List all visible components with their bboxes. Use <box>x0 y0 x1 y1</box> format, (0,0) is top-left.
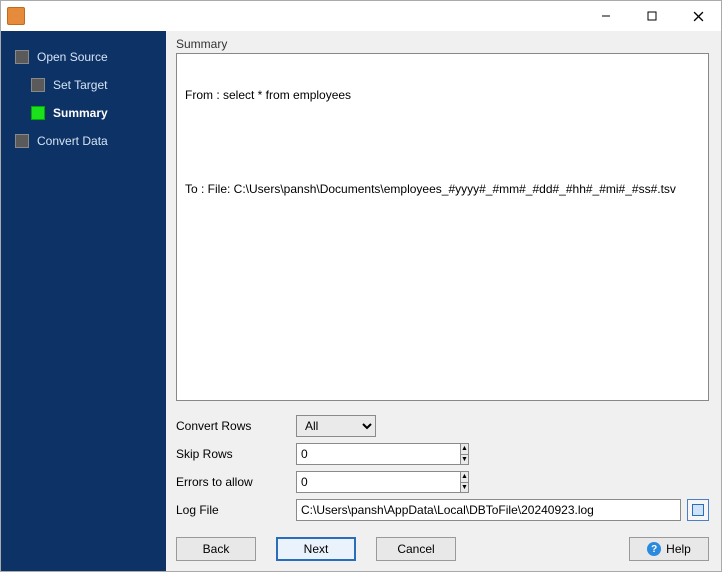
app-icon <box>7 7 25 25</box>
convert-rows-select[interactable]: All <box>296 415 376 437</box>
file-icon <box>692 504 704 516</box>
sidebar-item-label: Summary <box>53 106 108 120</box>
spin-down-icon[interactable]: ▼ <box>460 454 469 466</box>
main: Open Source Set Target Summary Convert D… <box>1 31 721 571</box>
help-button[interactable]: ? Help <box>629 537 709 561</box>
window-controls <box>583 1 721 31</box>
close-button[interactable] <box>675 1 721 31</box>
skip-rows-label: Skip Rows <box>176 447 296 461</box>
cancel-button[interactable]: Cancel <box>376 537 456 561</box>
step-indicator-icon <box>31 78 45 92</box>
browse-logfile-button[interactable] <box>687 499 709 521</box>
errors-allow-label: Errors to allow <box>176 475 296 489</box>
summary-textarea[interactable]: From : select * from employees To : File… <box>176 53 709 401</box>
help-icon: ? <box>647 542 661 556</box>
next-button[interactable]: Next <box>276 537 356 561</box>
sidebar-item-summary[interactable]: Summary <box>15 99 166 127</box>
step-indicator-icon <box>15 134 29 148</box>
minimize-button[interactable] <box>583 1 629 31</box>
skip-rows-spinner[interactable]: ▲ ▼ <box>296 443 376 465</box>
sidebar-item-label: Open Source <box>37 50 108 64</box>
sidebar-item-label: Convert Data <box>37 134 108 148</box>
sidebar-item-open-source[interactable]: Open Source <box>15 43 166 71</box>
form-grid: Convert Rows All Skip Rows ▲ ▼ Errors to… <box>176 415 709 521</box>
titlebar <box>1 1 721 31</box>
content: Summary From : select * from employees T… <box>166 31 721 571</box>
step-indicator-icon <box>31 106 45 120</box>
sidebar-item-convert-data[interactable]: Convert Data <box>15 127 166 155</box>
summary-to-line: To : File: C:\Users\pansh\Documents\empl… <box>185 182 700 196</box>
logfile-input[interactable] <box>296 499 681 521</box>
convert-rows-label: Convert Rows <box>176 419 296 433</box>
sidebar: Open Source Set Target Summary Convert D… <box>1 31 166 571</box>
summary-heading: Summary <box>176 37 709 51</box>
logfile-label: Log File <box>176 503 296 517</box>
back-button[interactable]: Back <box>176 537 256 561</box>
skip-rows-input[interactable] <box>296 443 460 465</box>
step-indicator-icon <box>15 50 29 64</box>
spin-up-icon[interactable]: ▲ <box>460 471 469 482</box>
wizard-buttons: Back Next Cancel ? Help <box>176 537 709 561</box>
sidebar-item-label: Set Target <box>53 78 107 92</box>
help-label: Help <box>666 542 691 556</box>
spin-up-icon[interactable]: ▲ <box>460 443 469 454</box>
maximize-button[interactable] <box>629 1 675 31</box>
errors-allow-input[interactable] <box>296 471 460 493</box>
summary-from-line: From : select * from employees <box>185 88 700 102</box>
errors-allow-spinner[interactable]: ▲ ▼ <box>296 471 376 493</box>
sidebar-item-set-target[interactable]: Set Target <box>15 71 166 99</box>
spin-down-icon[interactable]: ▼ <box>460 482 469 494</box>
